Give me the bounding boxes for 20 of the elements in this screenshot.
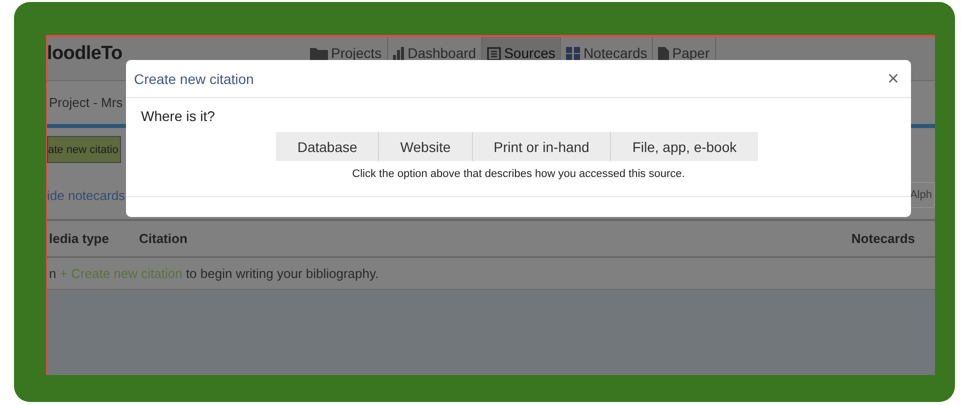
bar-chart-icon [392, 47, 405, 60]
new-citation-button[interactable]: ate new citatio [47, 136, 122, 163]
close-button[interactable]: × [883, 68, 903, 88]
grid-icon [566, 47, 580, 60]
option-button[interactable]: Print or in-hand [472, 132, 612, 161]
project-title: Project - Mrs [49, 95, 123, 110]
dialog-title: Create new citation [134, 70, 254, 86]
list-icon [487, 47, 502, 61]
option-button[interactable]: Database [276, 132, 380, 161]
file-icon [658, 47, 670, 61]
option-button[interactable]: Website [379, 132, 473, 161]
app-logo: loodleTo [47, 42, 124, 65]
column-header: ledia type [48, 231, 110, 246]
option-button[interactable]: File, app, e-book [611, 132, 758, 161]
column-header: Citation [139, 231, 188, 246]
hint-text: Click the option above that describes how you accessed this source. [351, 168, 686, 180]
hide-notecards-link[interactable]: ide notecards [47, 188, 126, 202]
question-label: Where is it? [141, 108, 216, 124]
column-header: Notecards [851, 231, 916, 246]
empty-message: n + Create new citation to begin writing your bibliography. [49, 266, 379, 281]
